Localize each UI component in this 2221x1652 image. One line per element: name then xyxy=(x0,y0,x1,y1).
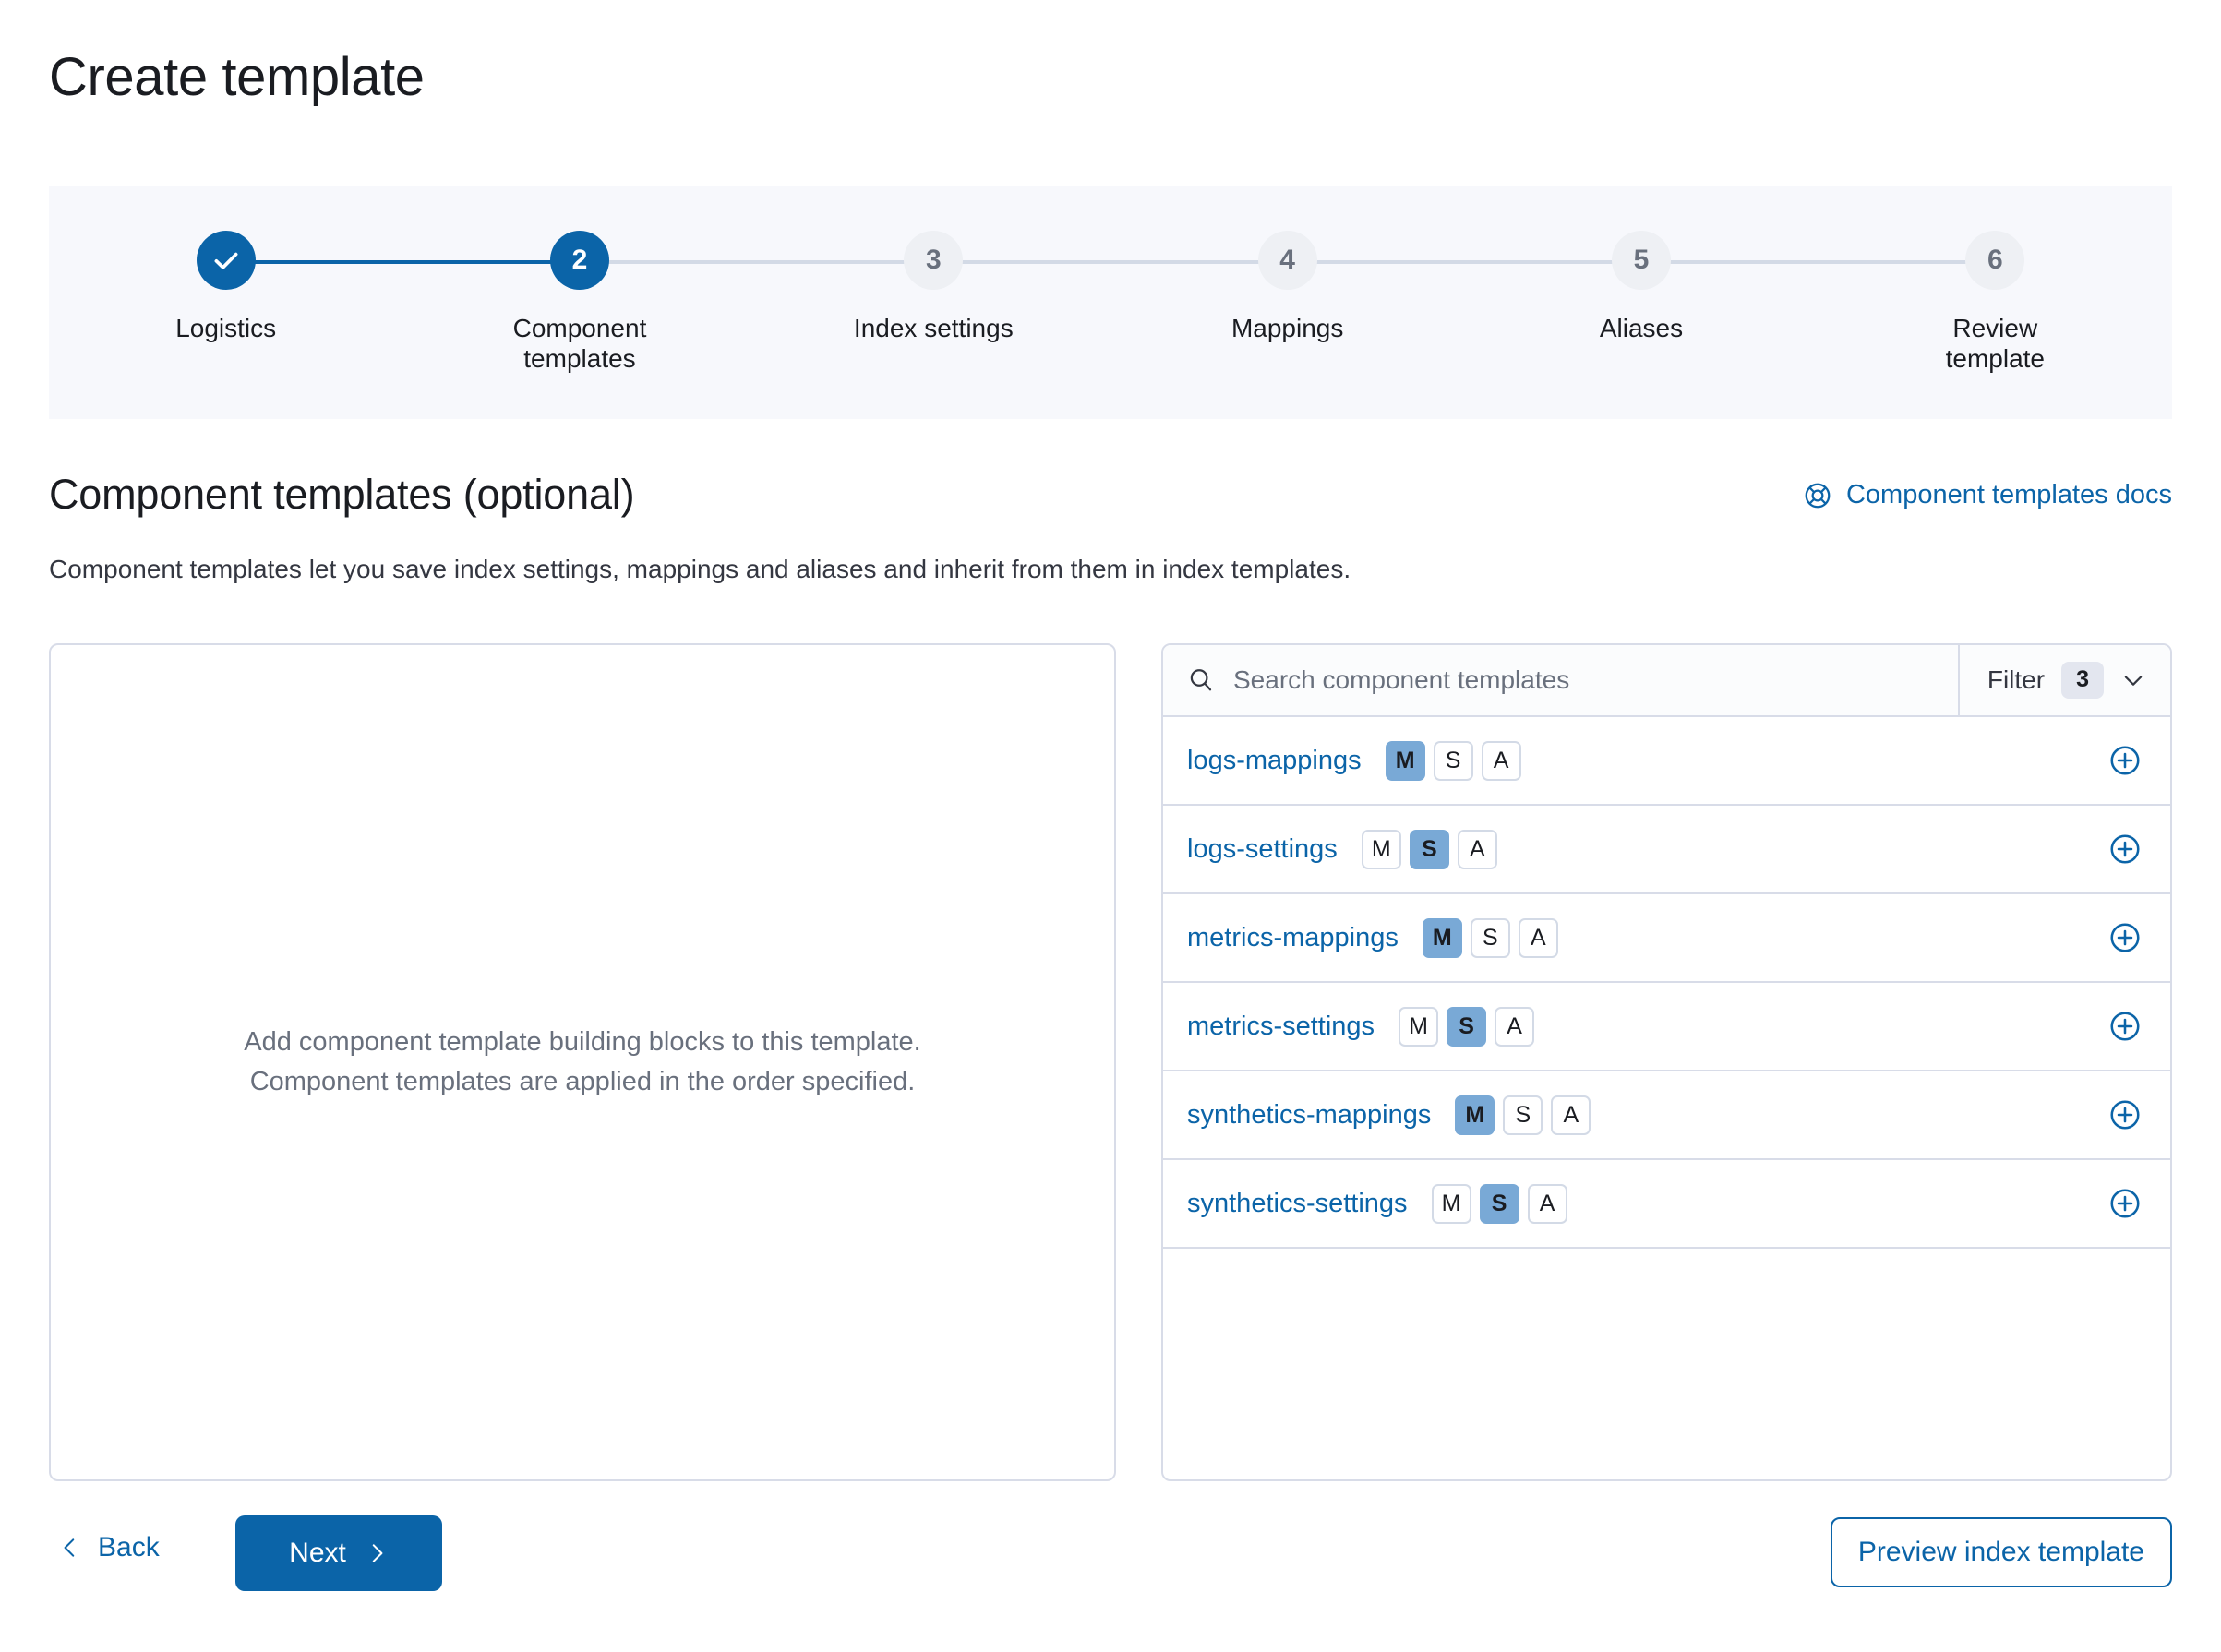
chevron-right-icon xyxy=(365,1541,389,1565)
component-template-name-link[interactable]: synthetics-mappings xyxy=(1187,1100,1431,1131)
component-template-badges: MSA xyxy=(1431,1183,1567,1224)
page-title: Create template xyxy=(49,47,425,107)
chevron-down-icon xyxy=(2120,667,2146,693)
search-input[interactable] xyxy=(1233,665,1958,695)
step-label-5: Aliases xyxy=(1599,314,1684,342)
next-button-label: Next xyxy=(289,1538,346,1568)
step-circle-2[interactable]: 2 xyxy=(549,231,609,290)
badge-m: M xyxy=(1431,1183,1471,1224)
badge-s: S xyxy=(1447,1006,1487,1047)
component-template-name-link[interactable]: metrics-mappings xyxy=(1187,923,1399,953)
plus-in-circle-icon[interactable] xyxy=(2107,1186,2143,1221)
component-template-name-link[interactable]: synthetics-settings xyxy=(1187,1189,1408,1219)
plus-in-circle-icon[interactable] xyxy=(2107,1009,2143,1044)
filter-label: Filter xyxy=(1987,665,2046,694)
step-progress-bar: Logistics 2 Component templates 3 Index sett… xyxy=(49,186,2172,419)
next-button[interactable]: Next xyxy=(235,1515,442,1591)
component-template-badges: MSA xyxy=(1399,1006,1535,1047)
dropzone-empty-line-1: Add component template building blocks t… xyxy=(244,1027,921,1058)
badge-s: S xyxy=(1433,740,1473,781)
check-icon xyxy=(214,252,238,269)
dropzone-empty-line-2: Component templates are applied in the o… xyxy=(249,1067,916,1096)
badge-a: A xyxy=(1481,740,1521,781)
component-template-row[interactable]: synthetics-settings M S A xyxy=(1163,1160,2170,1249)
badge-s: S xyxy=(1470,917,1510,958)
badge-m: M xyxy=(1385,740,1425,781)
step-label-4: Mappings xyxy=(1231,314,1344,342)
back-button[interactable]: Back xyxy=(58,1532,160,1563)
component-template-row[interactable]: synthetics-mappings M S A xyxy=(1163,1071,2170,1160)
step-4[interactable]: 4 Mappings xyxy=(1110,186,1465,343)
section-header: Component templates (optional) Component… xyxy=(49,471,2172,535)
badge-a: A xyxy=(1527,1183,1567,1224)
badge-a: A xyxy=(1518,917,1558,958)
create-template-page: Create template Logistics 2 Component temp… xyxy=(0,0,2221,1652)
section-title: Component templates (optional) xyxy=(49,471,635,518)
search-field[interactable] xyxy=(1163,645,1960,715)
step-label-3: Index settings xyxy=(853,314,1014,342)
section-description: Component templates let you save index s… xyxy=(49,555,1351,583)
preview-index-template-button[interactable]: Preview index template xyxy=(1830,1517,2172,1587)
component-template-row[interactable]: logs-settings M S A xyxy=(1163,806,2170,894)
plus-in-circle-icon[interactable] xyxy=(2107,1097,2143,1132)
docs-link-label: Component templates docs xyxy=(1845,480,2172,509)
step-5[interactable]: 5 Aliases xyxy=(1464,186,1819,343)
component-template-name-link[interactable]: logs-mappings xyxy=(1187,746,1362,776)
badge-m: M xyxy=(1422,917,1462,958)
step-1[interactable]: Logistics xyxy=(49,186,403,343)
step-6[interactable]: 6 Review template xyxy=(1818,186,2172,374)
badge-s: S xyxy=(1409,829,1449,869)
component-templates-list-panel: Filter 3 logs-mappingsMSAlogs-settingsMS… xyxy=(1161,643,2172,1481)
step-label-2: Component templates xyxy=(512,314,647,374)
step-circle-5[interactable]: 5 xyxy=(1611,231,1671,290)
chevron-left-icon xyxy=(58,1536,82,1560)
wizard-footer: Back Next Preview index template xyxy=(49,1515,2172,1604)
plus-in-circle-icon[interactable] xyxy=(2107,743,2143,778)
filter-button[interactable]: Filter 3 xyxy=(1959,645,2170,715)
step-circle-1[interactable] xyxy=(196,231,256,290)
badge-a: A xyxy=(1495,1006,1535,1047)
plus-in-circle-icon[interactable] xyxy=(2107,832,2143,867)
component-template-badges: MSA xyxy=(1385,740,1521,781)
component-templates-docs-link[interactable]: Component templates docs xyxy=(1803,480,2172,510)
plus-in-circle-icon[interactable] xyxy=(2107,920,2143,955)
badge-a: A xyxy=(1457,829,1497,869)
back-button-label: Back xyxy=(98,1532,160,1562)
badge-a: A xyxy=(1551,1095,1591,1135)
badge-s: S xyxy=(1503,1095,1543,1135)
component-template-row[interactable]: metrics-settings M S A xyxy=(1163,983,2170,1071)
component-template-badges: MSA xyxy=(1361,829,1497,869)
badge-m: M xyxy=(1399,1006,1439,1047)
help-lifebuoy-icon xyxy=(1803,481,1832,510)
component-template-name-link[interactable]: logs-settings xyxy=(1187,834,1338,865)
step-label-1: Logistics xyxy=(175,314,277,342)
badge-s: S xyxy=(1479,1183,1519,1224)
step-2[interactable]: 2 Component templates xyxy=(402,186,757,374)
selected-component-templates-dropzone[interactable]: Add component template building blocks t… xyxy=(49,643,1116,1481)
step-circle-3[interactable]: 3 xyxy=(904,231,964,290)
step-3[interactable]: 3 Index settings xyxy=(756,186,1110,343)
step-list: Logistics 2 Component templates 3 Index sett… xyxy=(49,186,2172,419)
component-template-badges: MSA xyxy=(1422,917,1558,958)
badge-m: M xyxy=(1455,1095,1495,1135)
step-label-6: Review template xyxy=(1945,314,2045,374)
step-circle-6[interactable]: 6 xyxy=(1965,231,2025,290)
component-template-row[interactable]: metrics-mappings M S A xyxy=(1163,894,2170,983)
step-circle-4[interactable]: 4 xyxy=(1257,231,1317,290)
search-icon xyxy=(1187,666,1215,694)
component-template-name-link[interactable]: metrics-settings xyxy=(1187,1012,1375,1042)
component-template-row[interactable]: logs-mappings M S A xyxy=(1163,717,2170,806)
badge-m: M xyxy=(1361,829,1401,869)
component-template-badges: MSA xyxy=(1455,1095,1591,1135)
dropzone-empty-state: Add component template building blocks t… xyxy=(244,1023,920,1102)
component-templates-list: logs-mappings M S Alogs-settings M S Ametrics-… xyxy=(1163,717,2170,1249)
filter-count-badge: 3 xyxy=(2061,662,2104,699)
search-bar: Filter 3 xyxy=(1163,645,2170,717)
